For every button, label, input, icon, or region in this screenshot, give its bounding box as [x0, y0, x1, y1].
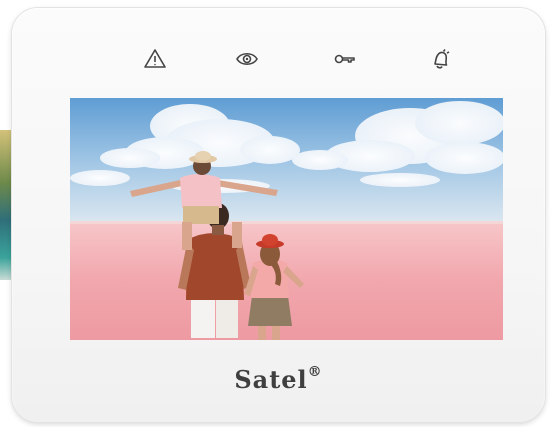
key-icon	[330, 44, 360, 74]
touch-screen[interactable]	[70, 98, 503, 340]
status-indicators	[12, 44, 545, 74]
bell-icon	[425, 44, 455, 74]
eye-icon	[232, 44, 262, 74]
brand-name: Satel	[234, 365, 308, 394]
screen-photo	[70, 98, 503, 340]
registered-mark: ®	[307, 364, 323, 380]
keypad-panel: Satel®	[12, 8, 545, 422]
warning-triangle-icon	[140, 44, 170, 74]
brand-logo: Satel®	[12, 364, 545, 394]
scene: Satel®	[0, 0, 552, 427]
